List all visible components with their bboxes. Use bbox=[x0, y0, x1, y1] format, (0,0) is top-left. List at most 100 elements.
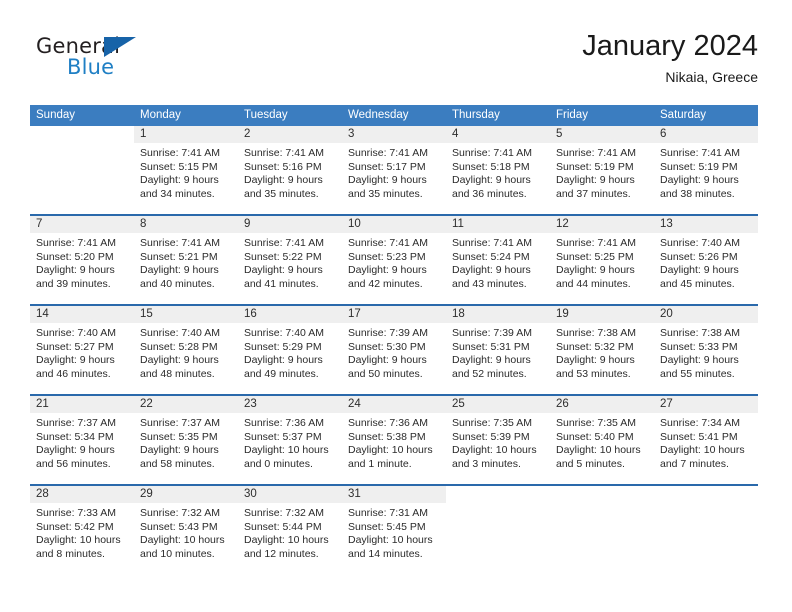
day-number-band: 4 bbox=[446, 126, 550, 143]
sunrise-text: Sunrise: 7:33 AM bbox=[36, 507, 116, 519]
day-cell-3[interactable]: 3 Sunrise: 7:41 AM Sunset: 5:17 PM Daylight… bbox=[342, 126, 446, 214]
sunset-text: Sunset: 5:17 PM bbox=[348, 160, 426, 173]
day-number: 5 bbox=[556, 128, 563, 140]
day-number: 13 bbox=[660, 218, 673, 230]
day-cell-5[interactable]: 5 Sunrise: 7:41 AM Sunset: 5:19 PM Daylight… bbox=[550, 126, 654, 214]
brand-logo[interactable]: General Blue bbox=[36, 34, 236, 90]
day-cell-10[interactable]: 10 Sunrise: 7:41 AM Sunset: 5:23 PM Dayligh… bbox=[342, 216, 446, 304]
day-details: Sunrise: 7:37 AM Sunset: 5:34 PM Daylight:… bbox=[30, 413, 134, 471]
day-cell-4[interactable]: 4 Sunrise: 7:41 AM Sunset: 5:18 PM Daylight… bbox=[446, 126, 550, 214]
day-number: 6 bbox=[660, 128, 667, 140]
day-cell-30[interactable]: 30 Sunrise: 7:32 AM Sunset: 5:44 PM Dayligh… bbox=[238, 486, 342, 576]
day-cell-31[interactable]: 31 Sunrise: 7:31 AM Sunset: 5:45 PM Dayligh… bbox=[342, 486, 446, 576]
calendar-week-row: 7 Sunrise: 7:41 AM Sunset: 5:20 PM Daylight… bbox=[30, 216, 758, 306]
daylight-text: Daylight: 9 hours bbox=[452, 174, 531, 187]
daylight-text-cont: and 50 minutes. bbox=[348, 367, 423, 380]
day-number: 21 bbox=[36, 398, 49, 410]
daylight-text-cont: and 41 minutes. bbox=[244, 277, 319, 290]
sunrise-text: Sunrise: 7:38 AM bbox=[660, 327, 740, 339]
daylight-text: Daylight: 9 hours bbox=[140, 444, 219, 457]
day-details: Sunrise: 7:31 AM Sunset: 5:45 PM Daylight:… bbox=[342, 503, 446, 561]
day-cell-20[interactable]: 20 Sunrise: 7:38 AM Sunset: 5:33 PM Dayligh… bbox=[654, 306, 758, 394]
day-cell-28[interactable]: 28 Sunrise: 7:33 AM Sunset: 5:42 PM Dayligh… bbox=[30, 486, 134, 576]
day-cell-16[interactable]: 16 Sunrise: 7:40 AM Sunset: 5:29 PM Dayligh… bbox=[238, 306, 342, 394]
day-number: 16 bbox=[244, 308, 257, 320]
day-details: Sunrise: 7:35 AM Sunset: 5:39 PM Daylight:… bbox=[446, 413, 550, 471]
daylight-text-cont: and 1 minute. bbox=[348, 457, 412, 470]
day-cell-7[interactable]: 7 Sunrise: 7:41 AM Sunset: 5:20 PM Daylight… bbox=[30, 216, 134, 304]
daylight-text-cont: and 43 minutes. bbox=[452, 277, 527, 290]
day-cell-1[interactable]: 1 Sunrise: 7:41 AM Sunset: 5:15 PM Daylight… bbox=[134, 126, 238, 214]
day-number: 11 bbox=[452, 218, 464, 230]
day-cell-26[interactable]: 26 Sunrise: 7:35 AM Sunset: 5:40 PM Dayligh… bbox=[550, 396, 654, 484]
brand-triangle-icon bbox=[104, 37, 136, 57]
day-cell-23[interactable]: 23 Sunrise: 7:36 AM Sunset: 5:37 PM Dayligh… bbox=[238, 396, 342, 484]
day-cell-15[interactable]: 15 Sunrise: 7:40 AM Sunset: 5:28 PM Dayligh… bbox=[134, 306, 238, 394]
day-number-band: 24 bbox=[342, 396, 446, 413]
empty-day-cell bbox=[654, 486, 758, 576]
sunrise-text: Sunrise: 7:40 AM bbox=[244, 327, 324, 339]
daylight-text-cont: and 48 minutes. bbox=[140, 367, 215, 380]
day-cell-9[interactable]: 9 Sunrise: 7:41 AM Sunset: 5:22 PM Daylight… bbox=[238, 216, 342, 304]
day-number-band: 18 bbox=[446, 306, 550, 323]
daylight-text-cont: and 56 minutes. bbox=[36, 457, 111, 470]
day-details: Sunrise: 7:41 AM Sunset: 5:19 PM Daylight:… bbox=[654, 143, 758, 201]
day-number-band: 23 bbox=[238, 396, 342, 413]
day-details: Sunrise: 7:40 AM Sunset: 5:26 PM Daylight:… bbox=[654, 233, 758, 291]
day-details: Sunrise: 7:38 AM Sunset: 5:32 PM Daylight:… bbox=[550, 323, 654, 381]
daylight-text: Daylight: 10 hours bbox=[244, 444, 329, 457]
sunrise-text: Sunrise: 7:37 AM bbox=[140, 417, 220, 429]
weekday-header-wednesday: Wednesday bbox=[348, 109, 409, 121]
empty-day-cell bbox=[446, 486, 550, 576]
day-details: Sunrise: 7:33 AM Sunset: 5:42 PM Daylight:… bbox=[30, 503, 134, 561]
day-number: 26 bbox=[556, 398, 569, 410]
day-cell-19[interactable]: 19 Sunrise: 7:38 AM Sunset: 5:32 PM Dayligh… bbox=[550, 306, 654, 394]
day-cell-27[interactable]: 27 Sunrise: 7:34 AM Sunset: 5:41 PM Dayligh… bbox=[654, 396, 758, 484]
day-number-band: 14 bbox=[30, 306, 134, 323]
day-cell-12[interactable]: 12 Sunrise: 7:41 AM Sunset: 5:25 PM Dayligh… bbox=[550, 216, 654, 304]
day-cell-25[interactable]: 25 Sunrise: 7:35 AM Sunset: 5:39 PM Dayligh… bbox=[446, 396, 550, 484]
sunset-text: Sunset: 5:19 PM bbox=[556, 160, 634, 173]
weekday-header-friday: Friday bbox=[556, 109, 588, 121]
day-cell-11[interactable]: 11 Sunrise: 7:41 AM Sunset: 5:24 PM Dayligh… bbox=[446, 216, 550, 304]
day-cell-8[interactable]: 8 Sunrise: 7:41 AM Sunset: 5:21 PM Daylight… bbox=[134, 216, 238, 304]
day-number: 1 bbox=[140, 128, 147, 140]
day-details: Sunrise: 7:41 AM Sunset: 5:21 PM Daylight:… bbox=[134, 233, 238, 291]
daylight-text: Daylight: 10 hours bbox=[556, 444, 641, 457]
day-details: Sunrise: 7:35 AM Sunset: 5:40 PM Daylight:… bbox=[550, 413, 654, 471]
daylight-text-cont: and 34 minutes. bbox=[140, 187, 215, 200]
daylight-text-cont: and 42 minutes. bbox=[348, 277, 423, 290]
day-cell-21[interactable]: 21 Sunrise: 7:37 AM Sunset: 5:34 PM Dayligh… bbox=[30, 396, 134, 484]
day-cell-29[interactable]: 29 Sunrise: 7:32 AM Sunset: 5:43 PM Dayligh… bbox=[134, 486, 238, 576]
sunrise-text: Sunrise: 7:41 AM bbox=[452, 237, 532, 249]
daylight-text-cont: and 10 minutes. bbox=[140, 547, 215, 560]
sunset-text: Sunset: 5:30 PM bbox=[348, 340, 426, 353]
day-number-band: 11 bbox=[446, 216, 550, 233]
day-number: 8 bbox=[140, 218, 147, 230]
sunrise-text: Sunrise: 7:36 AM bbox=[348, 417, 428, 429]
day-number-band: 25 bbox=[446, 396, 550, 413]
day-number-band: 5 bbox=[550, 126, 654, 143]
sunrise-text: Sunrise: 7:41 AM bbox=[556, 147, 636, 159]
day-cell-17[interactable]: 17 Sunrise: 7:39 AM Sunset: 5:30 PM Dayligh… bbox=[342, 306, 446, 394]
day-details: Sunrise: 7:41 AM Sunset: 5:16 PM Daylight:… bbox=[238, 143, 342, 201]
sunset-text: Sunset: 5:16 PM bbox=[244, 160, 322, 173]
day-cell-2[interactable]: 2 Sunrise: 7:41 AM Sunset: 5:16 PM Daylight… bbox=[238, 126, 342, 214]
empty-day-cell bbox=[30, 126, 134, 214]
sunset-text: Sunset: 5:28 PM bbox=[140, 340, 218, 353]
day-cell-24[interactable]: 24 Sunrise: 7:36 AM Sunset: 5:38 PM Dayligh… bbox=[342, 396, 446, 484]
day-number: 4 bbox=[452, 128, 459, 140]
daylight-text: Daylight: 9 hours bbox=[452, 354, 531, 367]
day-details: Sunrise: 7:41 AM Sunset: 5:25 PM Daylight:… bbox=[550, 233, 654, 291]
day-number-band: 1 bbox=[134, 126, 238, 143]
day-cell-18[interactable]: 18 Sunrise: 7:39 AM Sunset: 5:31 PM Dayligh… bbox=[446, 306, 550, 394]
sunrise-text: Sunrise: 7:32 AM bbox=[244, 507, 324, 519]
day-number-band: 6 bbox=[654, 126, 758, 143]
day-cell-13[interactable]: 13 Sunrise: 7:40 AM Sunset: 5:26 PM Dayligh… bbox=[654, 216, 758, 304]
day-cell-14[interactable]: 14 Sunrise: 7:40 AM Sunset: 5:27 PM Dayligh… bbox=[30, 306, 134, 394]
daylight-text-cont: and 8 minutes. bbox=[36, 547, 105, 560]
day-details: Sunrise: 7:41 AM Sunset: 5:15 PM Daylight:… bbox=[134, 143, 238, 201]
daylight-text: Daylight: 9 hours bbox=[660, 264, 739, 277]
day-cell-22[interactable]: 22 Sunrise: 7:37 AM Sunset: 5:35 PM Dayligh… bbox=[134, 396, 238, 484]
day-cell-6[interactable]: 6 Sunrise: 7:41 AM Sunset: 5:19 PM Daylight… bbox=[654, 126, 758, 214]
